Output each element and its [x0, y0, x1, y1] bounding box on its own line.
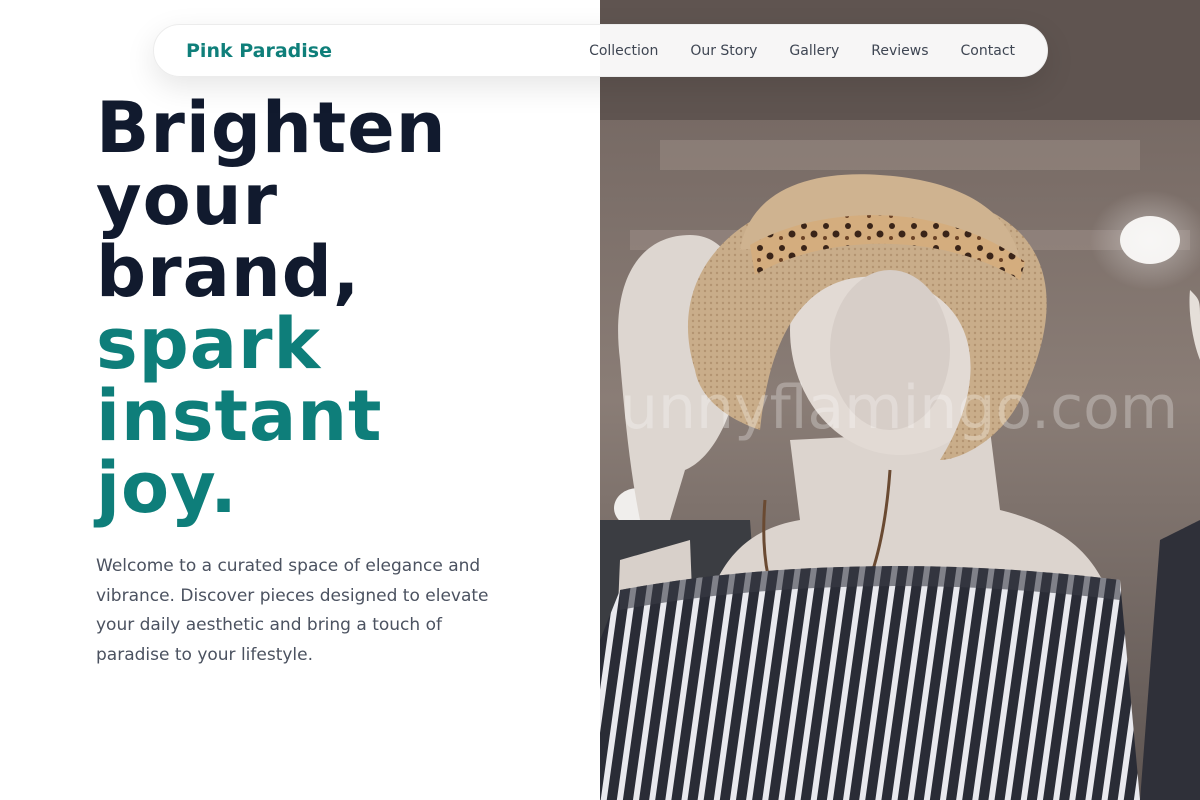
nav-link-collection[interactable]: Collection [589, 43, 658, 59]
headline-accent-line: spark [96, 303, 322, 385]
nav-link-gallery[interactable]: Gallery [789, 43, 839, 59]
nav-link-reviews[interactable]: Reviews [871, 43, 928, 59]
headline-line: Brighten [96, 87, 447, 169]
headline-line: brand, [96, 231, 361, 313]
image-watermark: unnyflamingo.com [620, 373, 1178, 443]
headline-accent-line: instant [96, 375, 383, 457]
headline-line: your [96, 159, 279, 241]
nav-links: Collection Our Story Gallery Reviews Con… [557, 43, 1015, 59]
brand-logo-link[interactable]: Pink Paradise [186, 40, 332, 62]
top-navigation: Pink Paradise Collection Our Story Galle… [153, 24, 1048, 77]
hero-headline: Brighten your brand, spark instant joy. [96, 92, 576, 524]
hero-image: unnyflamingo.com [600, 0, 1200, 800]
mannequin-photo: unnyflamingo.com [600, 0, 1200, 800]
nav-link-our-story[interactable]: Our Story [690, 43, 757, 59]
hero-intro-text: Welcome to a curated space of elegance a… [96, 556, 489, 665]
headline-accent-line: joy. [96, 447, 238, 529]
nav-link-contact[interactable]: Contact [961, 43, 1015, 59]
